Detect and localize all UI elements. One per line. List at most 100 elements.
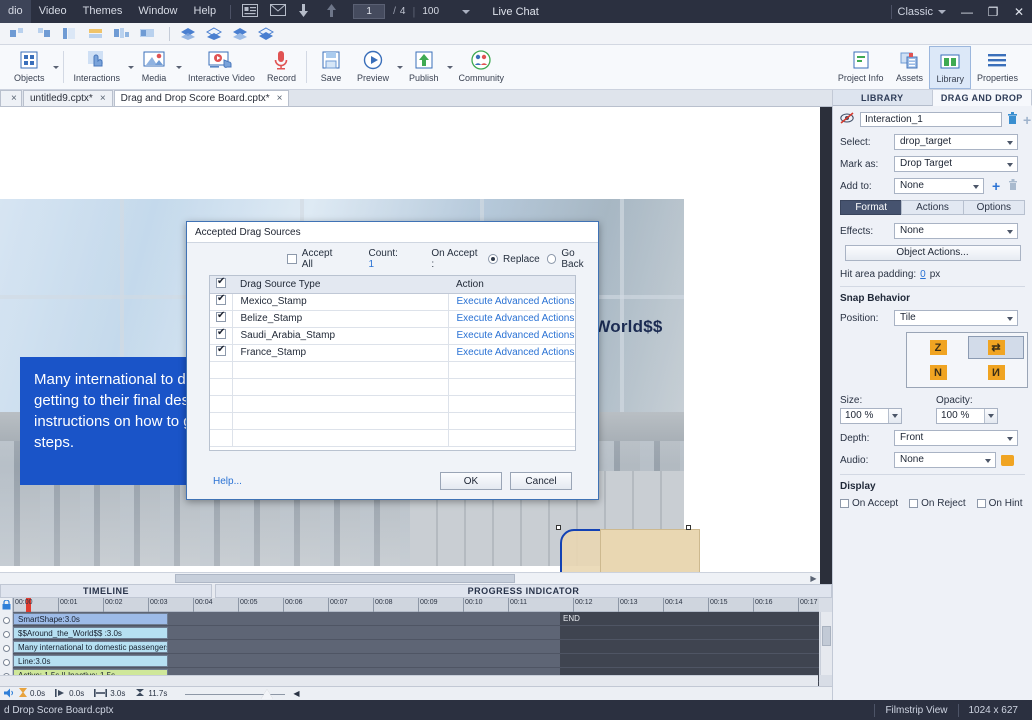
row-action[interactable]: Execute Advanced Actions bbox=[447, 327, 575, 345]
on-hint-option[interactable]: On Hint bbox=[976, 498, 1023, 509]
subtab-actions[interactable]: Actions bbox=[901, 200, 963, 215]
tile-option-0[interactable]: Z bbox=[910, 336, 966, 359]
timeline-track[interactable]: $$Around_the_World$$ :3.0s bbox=[13, 626, 819, 640]
ribbon-save[interactable]: Save bbox=[311, 46, 351, 89]
track-visibility-icon-1[interactable] bbox=[3, 617, 10, 624]
document-tab-2-close-icon[interactable]: × bbox=[277, 93, 283, 104]
accepted-drag-sources-dialog[interactable]: Accepted Drag Sources Accept All Count: … bbox=[186, 221, 599, 500]
workspace-selector[interactable]: Classic bbox=[898, 6, 933, 18]
send-backward-icon[interactable] bbox=[229, 25, 251, 43]
send-to-back-icon[interactable] bbox=[255, 25, 277, 43]
zoom-dropdown-caret-icon[interactable] bbox=[462, 9, 471, 14]
ribbon-interactive-video[interactable]: Interactive Video bbox=[182, 46, 261, 89]
track-bar-instruction[interactable]: Many international to domestic passenger… bbox=[13, 641, 168, 653]
timeline-vscroll-thumb[interactable] bbox=[822, 626, 831, 646]
track-visibility-icon-2[interactable] bbox=[3, 631, 10, 638]
table-row[interactable]: Belize_Stamp Execute Advanced Actions bbox=[210, 310, 575, 328]
progress-indicator-panel-header[interactable]: PROGRESS INDICATOR bbox=[215, 584, 832, 598]
accept-all-checkbox[interactable] bbox=[287, 254, 297, 264]
bring-forward-icon[interactable] bbox=[203, 25, 225, 43]
ribbon-interactions[interactable]: Interactions bbox=[68, 46, 127, 89]
object-actions-button[interactable]: Object Actions... bbox=[844, 245, 1021, 261]
ribbon-media[interactable]: Media bbox=[134, 46, 174, 89]
lock-icon[interactable] bbox=[2, 599, 11, 610]
row-checkbox-cell[interactable] bbox=[210, 293, 233, 311]
selection-handle-tl[interactable] bbox=[556, 525, 561, 530]
effects-dropdown[interactable]: None bbox=[894, 223, 1018, 239]
replace-radio-group[interactable]: Replace bbox=[488, 254, 540, 265]
row-checkbox[interactable] bbox=[216, 293, 226, 305]
mark-as-dropdown[interactable]: Drop Target bbox=[894, 156, 1018, 172]
mail-envelope-icon[interactable] bbox=[270, 3, 288, 20]
row-checkbox[interactable] bbox=[216, 327, 226, 339]
add-to-delete-icon[interactable] bbox=[1008, 179, 1018, 193]
audio-mute-icon[interactable] bbox=[4, 688, 15, 700]
align-middle-icon[interactable] bbox=[84, 25, 106, 43]
timeline-collapse-icon[interactable]: ◀ bbox=[293, 689, 299, 698]
table-row-empty[interactable] bbox=[210, 361, 575, 379]
track-bar-title[interactable]: $$Around_the_World$$ :3.0s bbox=[13, 627, 168, 639]
hit-area-padding-value[interactable]: 0 bbox=[920, 269, 926, 280]
row-checkbox-cell[interactable] bbox=[210, 344, 233, 362]
menu-item-video[interactable]: Video bbox=[31, 0, 75, 23]
tile-option-1[interactable]: ⇄ bbox=[968, 336, 1024, 359]
track-bar-line[interactable]: Line:3.0s bbox=[13, 655, 168, 667]
audio-folder-icon[interactable] bbox=[1001, 454, 1014, 466]
ribbon-objects[interactable]: Objects bbox=[8, 46, 51, 89]
accept-all-checkbox-group[interactable]: Accept All bbox=[287, 248, 344, 270]
timeline-horizontal-scrollbar[interactable] bbox=[0, 675, 818, 686]
table-row-empty[interactable] bbox=[210, 378, 575, 396]
delete-interaction-icon[interactable] bbox=[1007, 112, 1018, 127]
zoom-level-value[interactable]: 100 bbox=[422, 6, 462, 17]
on-reject-option[interactable]: On Reject bbox=[909, 498, 966, 509]
table-row-empty[interactable] bbox=[210, 412, 575, 430]
selection-handle-tr[interactable] bbox=[686, 525, 691, 530]
document-tab-untitled9[interactable]: untitled9.cptx* × bbox=[23, 90, 113, 106]
timeline-ruler[interactable]: 00:00 00:01 00:02 00:03 00:04 00:05 00:0… bbox=[13, 598, 819, 612]
subtab-options[interactable]: Options bbox=[962, 200, 1025, 215]
timeline-track[interactable]: SmartShape:3.0s bbox=[13, 612, 819, 626]
page-number-input[interactable]: 1 bbox=[353, 4, 386, 19]
objects-caret-icon[interactable] bbox=[52, 65, 59, 69]
add-to-dropdown[interactable]: None bbox=[894, 178, 984, 194]
table-row-empty[interactable] bbox=[210, 429, 575, 447]
replace-radio[interactable] bbox=[488, 254, 499, 264]
ribbon-record[interactable]: Record bbox=[261, 46, 302, 89]
select-all-header-cell[interactable] bbox=[210, 276, 232, 294]
ribbon-community[interactable]: Community bbox=[453, 46, 511, 89]
live-chat-link[interactable]: Live Chat bbox=[492, 6, 538, 18]
ribbon-publish[interactable]: Publish bbox=[403, 46, 445, 89]
row-action[interactable]: Execute Advanced Actions bbox=[447, 310, 575, 328]
timeline-panel-header[interactable]: TIMELINE bbox=[0, 584, 212, 598]
subtab-format[interactable]: Format bbox=[840, 200, 902, 215]
status-view-mode[interactable]: Filmstrip View bbox=[885, 705, 947, 716]
track-visibility-icon-4[interactable] bbox=[3, 659, 10, 666]
ribbon-preview[interactable]: Preview bbox=[351, 46, 395, 89]
on-accept-option[interactable]: On Accept bbox=[840, 498, 898, 509]
track-visibility-icon-3[interactable] bbox=[3, 645, 10, 652]
document-tab-0-close-icon[interactable]: × bbox=[11, 93, 17, 104]
ok-button[interactable]: OK bbox=[440, 472, 502, 490]
tile-option-2[interactable]: N bbox=[910, 361, 966, 384]
interaction-name-input[interactable] bbox=[860, 112, 1002, 127]
audio-dropdown[interactable]: None bbox=[894, 452, 996, 468]
drag-drop-eye-icon[interactable] bbox=[840, 112, 855, 127]
cancel-button[interactable]: Cancel bbox=[510, 472, 572, 490]
on-reject-checkbox[interactable] bbox=[909, 499, 919, 508]
download-arrow-icon[interactable] bbox=[298, 3, 316, 20]
upload-arrow-icon[interactable] bbox=[326, 3, 344, 20]
opacity-input[interactable]: 100 % bbox=[936, 408, 998, 424]
table-row-empty[interactable] bbox=[210, 395, 575, 413]
menu-item-themes[interactable]: Themes bbox=[75, 0, 131, 23]
timeline-track[interactable]: Many international to domestic passenger… bbox=[13, 640, 819, 654]
tile-option-3[interactable]: И bbox=[968, 361, 1024, 384]
table-row[interactable]: France_Stamp Execute Advanced Actions bbox=[210, 344, 575, 362]
restore-button[interactable]: ❐ bbox=[980, 0, 1006, 23]
bring-to-front-icon[interactable] bbox=[177, 25, 199, 43]
tab-library[interactable]: LIBRARY bbox=[833, 90, 933, 106]
go-back-radio[interactable] bbox=[546, 254, 557, 264]
row-checkbox[interactable] bbox=[216, 310, 226, 322]
align-top-icon[interactable] bbox=[58, 25, 80, 43]
slide-notes-icon[interactable] bbox=[242, 3, 260, 20]
align-right-icon[interactable] bbox=[32, 25, 54, 43]
